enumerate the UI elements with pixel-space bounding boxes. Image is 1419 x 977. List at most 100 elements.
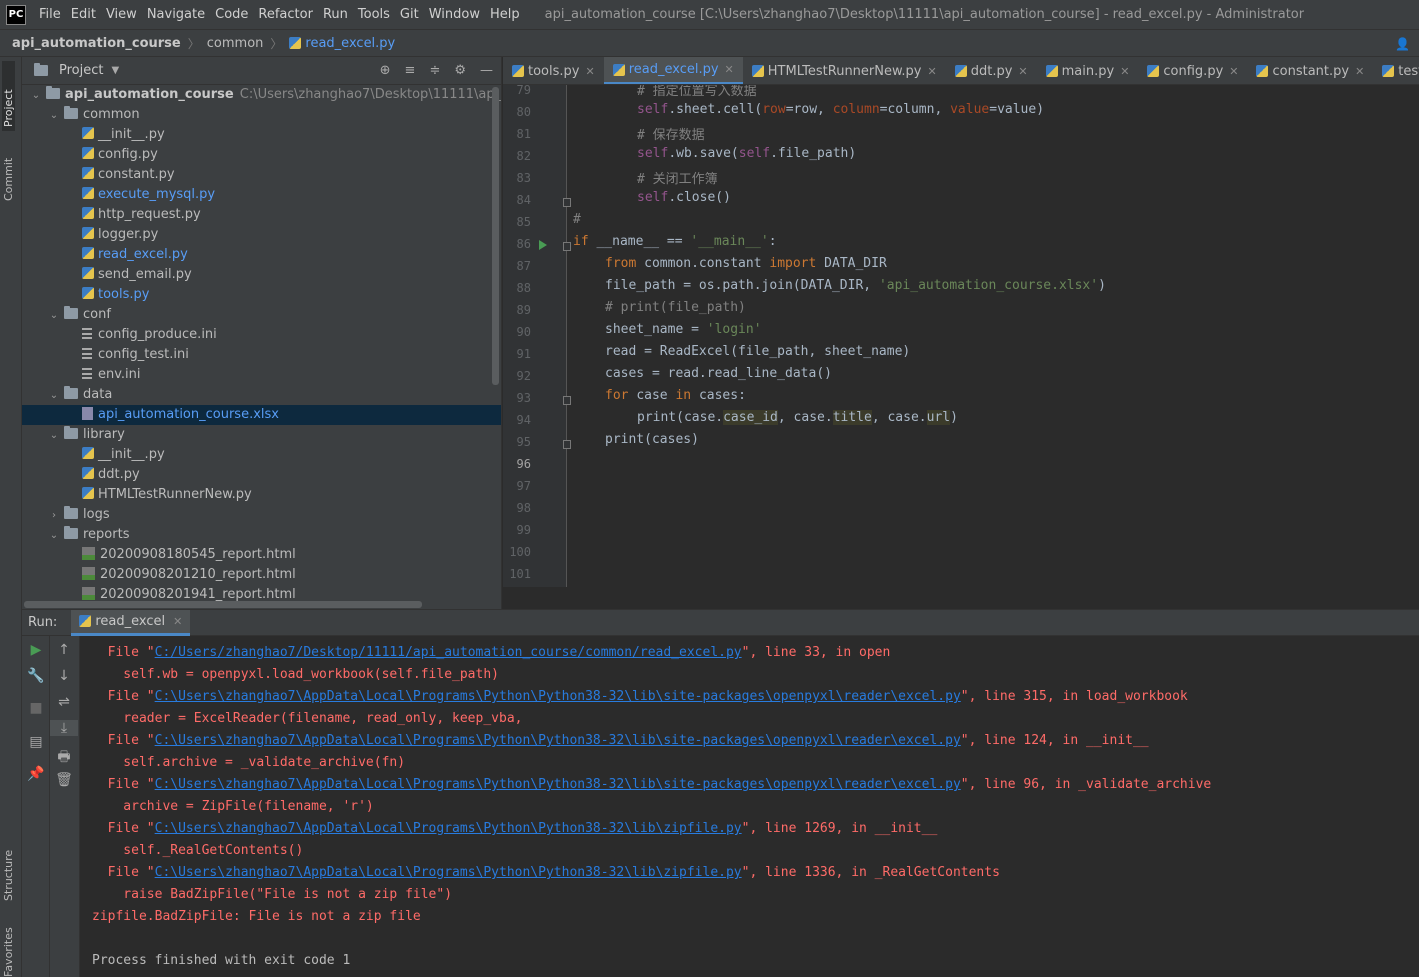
- code-line[interactable]: # 保存数据: [573, 124, 705, 143]
- editor-tab[interactable]: ddt.py ✕: [946, 57, 1037, 84]
- chevron-down-icon[interactable]: ⌄: [30, 86, 42, 106]
- layout-icon[interactable]: ▤: [22, 734, 50, 750]
- tree-file[interactable]: send_email.py: [22, 265, 501, 285]
- print-icon[interactable]: 🖶: [50, 746, 78, 770]
- chevron-down-icon[interactable]: ⌄: [48, 426, 60, 446]
- chevron-down-icon[interactable]: ⌄: [48, 386, 60, 406]
- editor-tab[interactable]: config.py ✕: [1138, 57, 1247, 84]
- tree-folder[interactable]: ⌄ library: [22, 425, 501, 446]
- favorites-tool-tab[interactable]: Favorites: [2, 917, 15, 977]
- code-line[interactable]: # 关闭工作簿: [573, 168, 718, 187]
- code-line[interactable]: read = ReadExcel(file_path, sheet_name): [573, 344, 910, 359]
- chevron-down-icon[interactable]: ⌄: [48, 306, 60, 326]
- tree-vertical-scrollbar[interactable]: [492, 87, 499, 385]
- editor-tab[interactable]: read_excel.py ✕: [603, 57, 743, 84]
- breadcrumb-folder[interactable]: common: [207, 36, 264, 51]
- fold-icon[interactable]: [563, 198, 571, 207]
- code-line[interactable]: file_path = os.path.join(DATA_DIR, 'api_…: [573, 278, 1106, 293]
- tree-file[interactable]: ddt.py: [22, 465, 501, 485]
- locate-icon[interactable]: ⊕: [380, 63, 391, 78]
- menu-code[interactable]: Code: [210, 7, 253, 22]
- run-tab-read-excel[interactable]: read_excel ✕: [71, 609, 191, 636]
- code-line[interactable]: cases = read.read_line_data(): [573, 366, 832, 381]
- minimize-icon[interactable]: —: [480, 63, 493, 78]
- menu-refactor[interactable]: Refactor: [253, 7, 318, 22]
- chevron-down-icon[interactable]: ⌄: [48, 106, 60, 126]
- fold-icon[interactable]: [563, 440, 571, 449]
- project-tool-tab[interactable]: Project: [2, 61, 15, 131]
- traceback-file-link[interactable]: C:\Users\zhanghao7\AppData\Local\Program…: [155, 821, 742, 836]
- tree-folder[interactable]: ⌄ common: [22, 105, 501, 126]
- code-line[interactable]: self.sheet.cell(row=row, column=column, …: [573, 102, 1044, 117]
- collapse-all-icon[interactable]: ≑: [429, 63, 440, 78]
- code-line[interactable]: # print(file_path): [573, 300, 746, 315]
- fold-icon[interactable]: [563, 396, 571, 405]
- pin-icon[interactable]: 📌: [22, 766, 50, 782]
- wrench-icon[interactable]: 🔧: [22, 668, 50, 684]
- code-line[interactable]: if __name__ == '__main__':: [573, 234, 777, 249]
- structure-tool-tab[interactable]: Structure: [2, 827, 15, 901]
- tree-file[interactable]: 20200908180545_report.html: [22, 545, 501, 565]
- menu-run[interactable]: Run: [318, 7, 353, 22]
- code-line[interactable]: print(case.case_id, case.title, case.url…: [573, 410, 958, 425]
- tree-file[interactable]: api_automation_course.xlsx: [22, 405, 501, 425]
- editor-tab[interactable]: HTMLTestRunnerNew.py ✕: [743, 57, 946, 84]
- soft-wrap-icon[interactable]: ⇌: [50, 694, 78, 710]
- menu-file[interactable]: File: [34, 7, 66, 22]
- code-editor[interactable]: 79 80 81 82 83 84 85 86 87 88 89 90 91 92 93 94 95 96 97 98…: [503, 85, 1419, 587]
- tree-file[interactable]: constant.py: [22, 165, 501, 185]
- tree-file[interactable]: config_produce.ini: [22, 325, 501, 345]
- editor-tab[interactable]: tools.py ✕: [503, 57, 604, 84]
- tree-file[interactable]: config_test.ini: [22, 345, 501, 365]
- code-line[interactable]: from common.constant import DATA_DIR: [573, 256, 887, 271]
- tree-file[interactable]: __init__.py: [22, 445, 501, 465]
- close-icon[interactable]: ✕: [725, 63, 734, 76]
- arrow-down-icon[interactable]: ↓: [50, 668, 78, 684]
- close-icon[interactable]: ✕: [1120, 65, 1129, 78]
- traceback-file-link[interactable]: C:\Users\zhanghao7\AppData\Local\Program…: [155, 777, 961, 792]
- close-icon[interactable]: ✕: [1355, 65, 1364, 78]
- tree-folder[interactable]: ⌄ conf: [22, 305, 501, 326]
- tree-file[interactable]: 20200908201210_report.html: [22, 565, 501, 585]
- run-console-output[interactable]: File "C:/Users/zhanghao7/Desktop/11111/a…: [80, 636, 1419, 977]
- tree-file[interactable]: __init__.py: [22, 125, 501, 145]
- menu-edit[interactable]: Edit: [66, 7, 101, 22]
- gear-icon[interactable]: ⚙: [454, 63, 466, 78]
- menu-navigate[interactable]: Navigate: [142, 7, 210, 22]
- project-panel-title[interactable]: Project: [59, 63, 103, 78]
- code-line[interactable]: for case in cases:: [573, 388, 746, 403]
- rerun-icon[interactable]: ▶: [22, 642, 50, 658]
- menu-git[interactable]: Git: [395, 7, 424, 22]
- close-icon[interactable]: ✕: [173, 615, 182, 628]
- menu-window[interactable]: Window: [424, 7, 485, 22]
- tree-file[interactable]: read_excel.py: [22, 245, 501, 265]
- code-line[interactable]: self.close(): [573, 190, 731, 205]
- expand-all-icon[interactable]: ≡: [405, 63, 416, 78]
- chevron-down-icon[interactable]: ⌄: [48, 526, 60, 546]
- close-icon[interactable]: ✕: [1229, 65, 1238, 78]
- tree-folder[interactable]: ⌄ reports: [22, 525, 501, 546]
- traceback-file-link[interactable]: C:\Users\zhanghao7\AppData\Local\Program…: [155, 689, 961, 704]
- breadcrumb-file[interactable]: read_excel.py: [305, 36, 395, 51]
- scroll-to-end-icon[interactable]: ⤓: [50, 720, 78, 736]
- code-line[interactable]: print(cases): [573, 432, 699, 447]
- tree-file[interactable]: env.ini: [22, 365, 501, 385]
- close-icon[interactable]: ✕: [1018, 65, 1027, 78]
- code-line[interactable]: sheet_name = 'login': [573, 322, 762, 337]
- tree-file[interactable]: http_request.py: [22, 205, 501, 225]
- chevron-right-icon[interactable]: ›: [48, 506, 60, 526]
- breadcrumb-project[interactable]: api_automation_course: [12, 36, 181, 51]
- traceback-file-link[interactable]: C:\Users\zhanghao7\AppData\Local\Program…: [155, 865, 742, 880]
- code-line[interactable]: #: [573, 212, 581, 227]
- chevron-down-icon[interactable]: ▼: [111, 65, 119, 76]
- tree-horizontal-scrollbar[interactable]: [24, 601, 422, 608]
- editor-tab[interactable]: test_add_use: [1373, 57, 1419, 84]
- tree-folder[interactable]: ⌄ data: [22, 385, 501, 406]
- tree-folder[interactable]: › logs: [22, 505, 501, 526]
- editor-tab[interactable]: constant.py ✕: [1247, 57, 1373, 84]
- fold-icon[interactable]: [563, 242, 571, 251]
- tree-file[interactable]: logger.py: [22, 225, 501, 245]
- tree-file[interactable]: execute_mysql.py: [22, 185, 501, 205]
- tree-file[interactable]: config.py: [22, 145, 501, 165]
- user-icon[interactable]: 👤: [1395, 37, 1413, 51]
